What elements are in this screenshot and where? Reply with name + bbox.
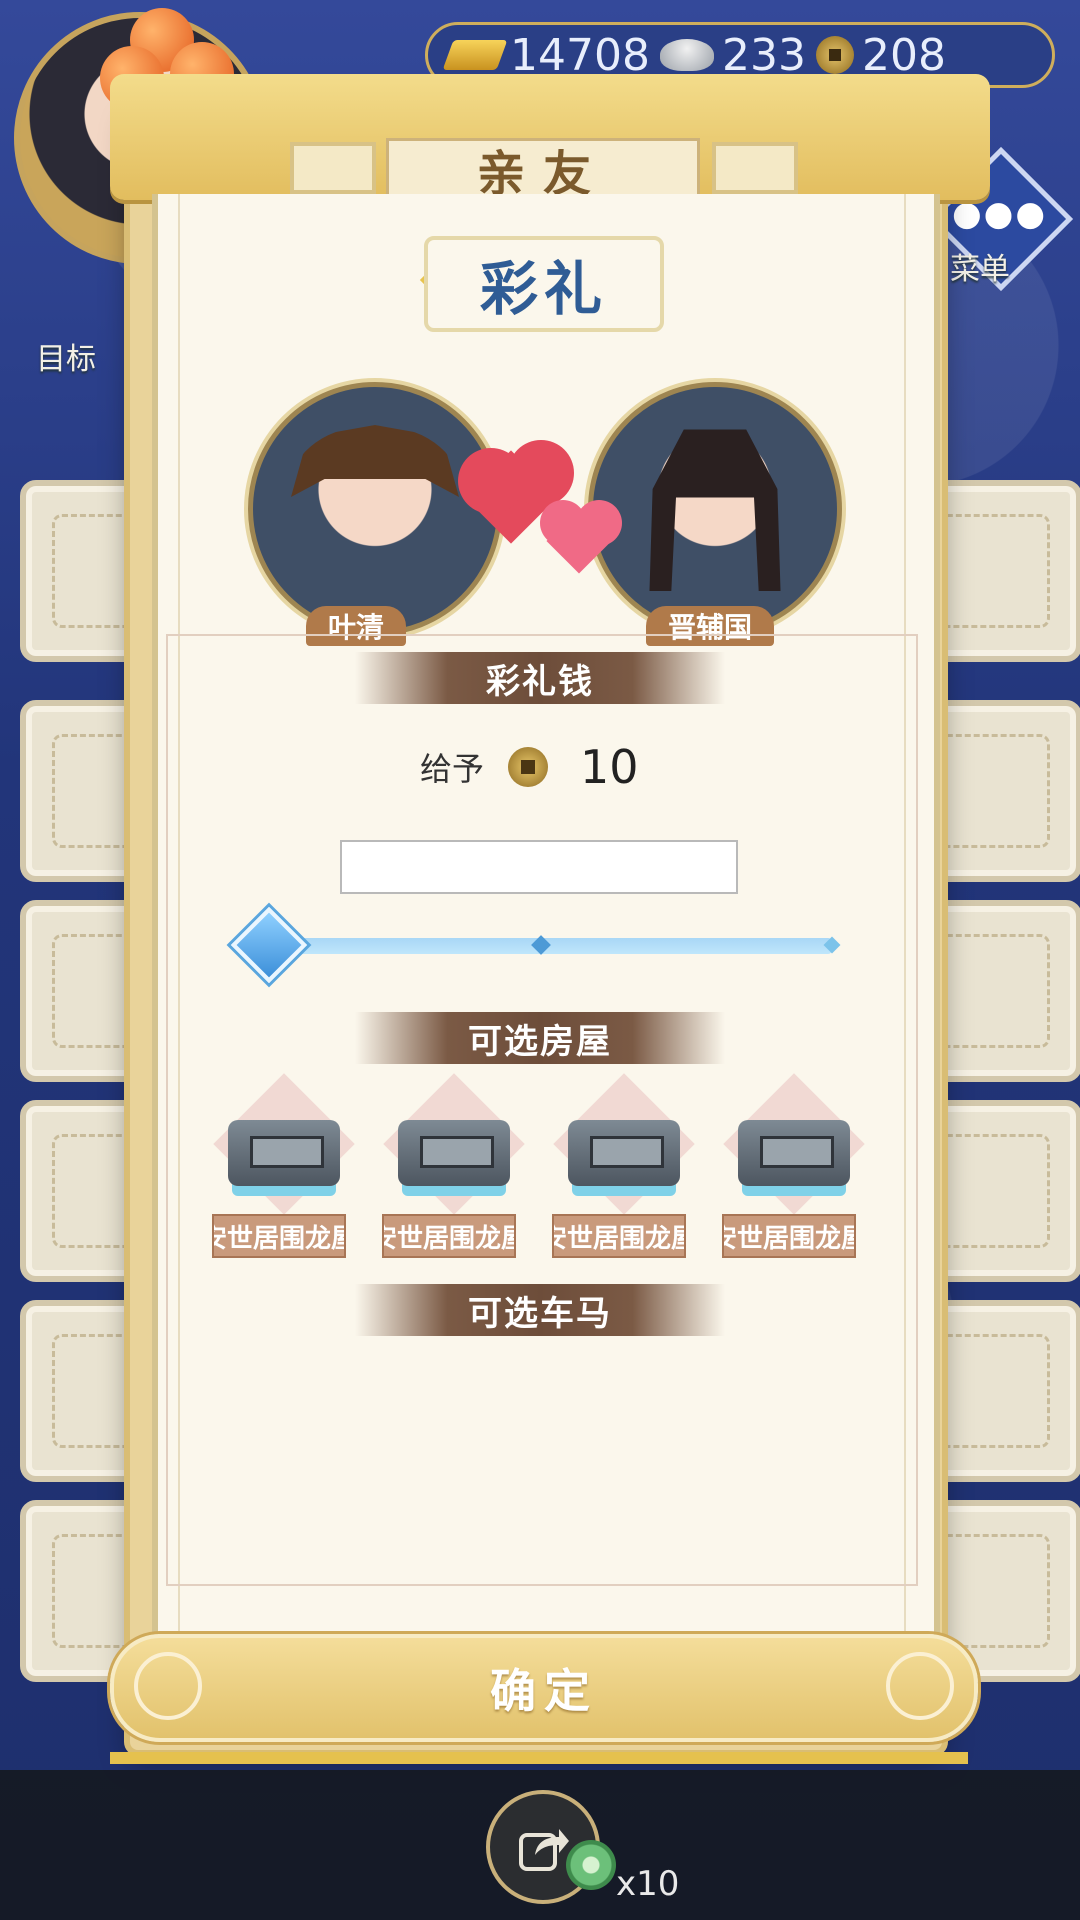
bride-portrait <box>248 382 502 636</box>
house-option[interactable]: 安世居围龙屋 <box>718 1073 868 1258</box>
give-value: 10 <box>580 740 639 794</box>
header-ornament <box>290 142 376 194</box>
silver-ingot-icon <box>659 39 714 71</box>
confirm-ornament-left <box>134 1652 202 1720</box>
bride-hair <box>291 425 459 497</box>
copper-coin-icon <box>815 36 854 74</box>
section-bride-money: 彩礼钱 <box>355 652 725 704</box>
house-icon <box>568 1120 680 1186</box>
silver-amount: 233 <box>721 29 806 81</box>
house-label: 安世居围龙屋 <box>552 1214 686 1258</box>
house-icon <box>738 1120 850 1186</box>
menu-label[interactable]: 菜单 <box>950 244 1010 288</box>
give-label: 给予 <box>420 750 485 788</box>
confirm-ornament-right <box>886 1652 954 1720</box>
modal-tab-title: 亲友 <box>386 138 700 202</box>
house-option[interactable]: 安世居围龙屋 <box>378 1073 528 1258</box>
house-option[interactable]: 安世居围龙屋 <box>208 1073 358 1258</box>
house-icon <box>398 1120 510 1186</box>
gold-amount: 14708 <box>510 29 650 81</box>
menu-dots-icon: ●●● <box>952 194 1048 234</box>
bride-price-heading: 彩礼 <box>424 236 664 332</box>
section-carriages: 可选车马 <box>355 1284 725 1336</box>
house-option[interactable]: 安世居围龙屋 <box>548 1073 698 1258</box>
amount-input[interactable] <box>340 840 738 894</box>
groom-portrait <box>588 382 842 636</box>
house-label: 安世居围龙屋 <box>212 1214 346 1258</box>
header-ornament <box>712 142 798 194</box>
gold-counter[interactable]: 14708 <box>442 29 650 81</box>
jade-count: x10 <box>616 1864 680 1904</box>
groom-hair <box>649 429 781 591</box>
section-houses: 可选房屋 <box>355 1012 725 1064</box>
house-label: 安世居围龙屋 <box>722 1214 856 1258</box>
target-label[interactable]: 目标 <box>36 334 96 378</box>
give-row: 给予 10 <box>420 740 639 794</box>
gold-ingot-icon <box>442 40 508 70</box>
coin-amount: 208 <box>861 29 946 81</box>
house-label: 安世居围龙屋 <box>382 1214 516 1258</box>
silver-counter[interactable]: 233 <box>659 29 806 81</box>
copper-coin-icon <box>508 747 549 787</box>
coin-counter[interactable]: 208 <box>815 29 946 81</box>
house-icon <box>228 1120 340 1186</box>
share-icon <box>519 1829 569 1871</box>
modal-bottom-edge <box>110 1752 968 1764</box>
jade-token-icon <box>566 1840 616 1890</box>
confirm-button[interactable]: 确定 <box>110 1634 978 1742</box>
